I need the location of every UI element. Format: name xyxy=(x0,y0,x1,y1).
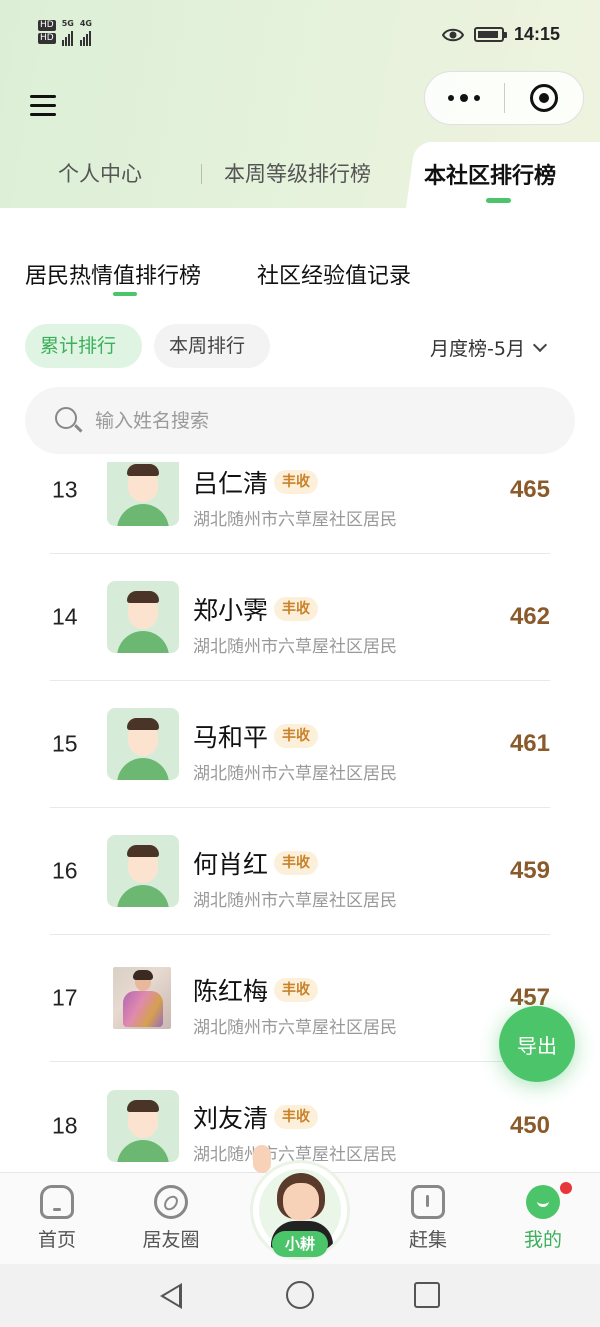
battery-icon xyxy=(473,27,507,42)
resident-name: 郑小霁 xyxy=(193,596,269,625)
resident-name: 马和平 xyxy=(193,723,269,752)
tab-community-experience-record[interactable]: 社区经验值记录 xyxy=(257,258,411,290)
level-badge: 丰收 xyxy=(274,1105,319,1129)
menu-icon[interactable] xyxy=(30,95,56,117)
market-icon xyxy=(411,1185,445,1219)
tab-resident-enthusiasm-ranking[interactable]: 居民热情值排行榜 xyxy=(25,258,201,290)
score: 462 xyxy=(509,603,550,630)
avatar xyxy=(107,1089,179,1162)
list-item[interactable]: 14 郑小霁 丰收 湖北随州市六草屋社区居民 462 xyxy=(50,554,550,681)
score: 459 xyxy=(509,857,550,884)
level-badge: 丰收 xyxy=(274,470,319,494)
resident-name: 刘友清 xyxy=(193,1104,269,1133)
avatar xyxy=(107,581,179,653)
signal-indicators: HD HD 5G 4G xyxy=(38,20,92,46)
month-selector[interactable]: 月度榜-5月 xyxy=(430,334,548,361)
home-circle-icon[interactable] xyxy=(286,1281,314,1309)
more-options-icon[interactable] xyxy=(425,72,504,124)
tab-weekly-level-ranking[interactable]: 本周等级排行榜 xyxy=(224,158,371,188)
search-input[interactable] xyxy=(95,401,535,441)
notification-dot xyxy=(560,1182,572,1194)
mascot-assistant-button[interactable]: 小耕 xyxy=(245,1145,355,1263)
hd-icon-2: HD xyxy=(38,33,56,44)
chevron-down-icon xyxy=(532,337,548,353)
resident-name: 吕仁清 xyxy=(193,469,269,498)
score: 450 xyxy=(509,1111,550,1139)
resident-address: 湖北随州市六草屋社区居民 xyxy=(193,891,397,911)
rank-number: 17 xyxy=(52,984,78,1011)
signal-icon-1 xyxy=(61,28,74,46)
nav-neighbor-circle-label: 居友圈 xyxy=(142,1229,200,1251)
resident-address: 湖北随州市六草屋社区居民 xyxy=(193,764,397,784)
nav-market[interactable]: 赶集 xyxy=(388,1185,468,1252)
level-badge: 丰收 xyxy=(274,851,319,875)
list-item[interactable]: 17 陈红梅 丰收 湖北随州市六草屋社区居民 457 xyxy=(50,935,550,1062)
home-icon xyxy=(40,1185,74,1219)
back-icon[interactable] xyxy=(160,1283,182,1309)
list-item[interactable]: 13 吕仁清 丰收 湖北随州市六草屋社区居民 465 xyxy=(50,462,550,554)
level-badge: 丰收 xyxy=(274,978,319,1002)
resident-address: 湖北随州市六草屋社区居民 xyxy=(193,1018,397,1038)
rank-number: 15 xyxy=(52,730,78,757)
rank-number: 14 xyxy=(52,603,78,630)
close-mini-program-icon[interactable] xyxy=(505,72,584,124)
search-icon xyxy=(55,407,77,429)
sub-tab-bar: 居民热情值排行榜 社区经验值记录 xyxy=(0,208,600,298)
active-tab-indicator xyxy=(486,198,511,203)
tab-personal-center[interactable]: 个人中心 xyxy=(58,158,142,188)
status-bar: HD HD 5G 4G 14:15 xyxy=(0,0,600,72)
month-selector-label: 月度榜-5月 xyxy=(430,338,525,360)
filter-bar: 累计排行 本周排行 月度榜-5月 xyxy=(0,320,600,372)
nav-home-label: 首页 xyxy=(37,1229,76,1251)
network-4g-label: 4G xyxy=(79,19,92,28)
eye-icon xyxy=(441,28,464,41)
recent-apps-icon[interactable] xyxy=(414,1282,440,1308)
resident-name: 陈红梅 xyxy=(193,977,269,1006)
mini-program-capsule xyxy=(424,71,584,125)
nav-me-label: 我的 xyxy=(523,1229,562,1251)
header-area: HD HD 5G 4G 14:15 个人中心 本周等级排行榜 本社区排行榜 xyxy=(0,0,600,208)
resident-name: 何肖红 xyxy=(193,850,269,879)
smile-icon xyxy=(526,1185,560,1219)
level-badge: 丰收 xyxy=(274,724,319,748)
cumulative-ranking-chip[interactable]: 累计排行 xyxy=(25,324,142,368)
resident-address: 湖北随州市六草屋社区居民 xyxy=(193,510,397,530)
signal-icon-2 xyxy=(79,28,92,46)
waving-hand-icon xyxy=(253,1145,271,1173)
score: 465 xyxy=(509,476,550,503)
avatar xyxy=(107,462,179,526)
rank-number: 16 xyxy=(52,857,78,884)
resident-address: 湖北随州市六草屋社区居民 xyxy=(193,637,397,657)
network-5g-label: 5G xyxy=(61,19,74,28)
nav-neighbor-circle[interactable]: 居友圈 xyxy=(131,1185,211,1252)
active-subtab-indicator xyxy=(113,292,137,296)
mascot-label: 小耕 xyxy=(272,1231,328,1257)
search-bar xyxy=(25,387,575,454)
export-button[interactable]: 导出 xyxy=(499,1006,575,1082)
top-tab-bar: 个人中心 本周等级排行榜 本社区排行榜 xyxy=(0,142,600,208)
score: 461 xyxy=(509,730,550,757)
list-item[interactable]: 15 马和平 丰收 湖北随州市六草屋社区居民 461 xyxy=(50,681,550,808)
rank-number: 13 xyxy=(52,476,78,503)
rank-number: 18 xyxy=(52,1112,78,1138)
avatar-photo xyxy=(113,967,171,1029)
weekly-ranking-chip[interactable]: 本周排行 xyxy=(154,324,270,368)
list-item[interactable]: 16 何肖红 丰收 湖北随州市六草屋社区居民 459 xyxy=(50,808,550,935)
nav-market-label: 赶集 xyxy=(408,1229,447,1251)
tab-community-ranking[interactable]: 本社区排行榜 xyxy=(424,158,556,190)
nav-me[interactable]: 我的 xyxy=(503,1185,583,1252)
avatar xyxy=(107,835,179,907)
hd-icon-1: HD xyxy=(38,20,56,31)
compass-icon xyxy=(154,1185,188,1219)
clock: 14:15 xyxy=(513,24,560,44)
avatar xyxy=(107,708,179,780)
level-badge: 丰收 xyxy=(274,597,319,621)
system-navigation-bar xyxy=(0,1264,600,1327)
nav-home[interactable]: 首页 xyxy=(17,1185,97,1252)
